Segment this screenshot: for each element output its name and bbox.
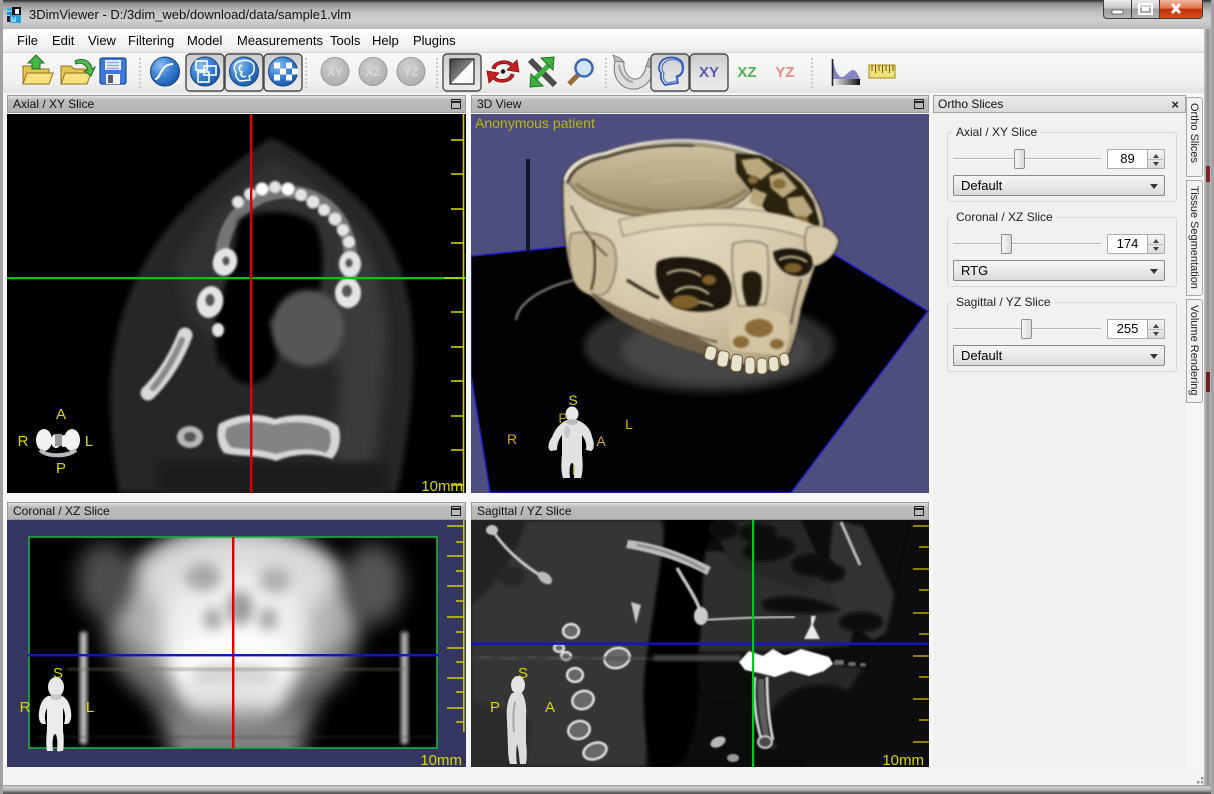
svg-text:L: L [625, 416, 633, 432]
svg-text:P: P [558, 410, 567, 426]
svg-text:10mm: 10mm [882, 752, 924, 767]
svg-text:YZ: YZ [403, 65, 418, 79]
svg-text:YZ: YZ [775, 64, 794, 81]
svg-text:R: R [18, 433, 29, 450]
svg-text:P: P [56, 460, 66, 477]
svg-text:L: L [86, 699, 94, 716]
svg-text:A: A [56, 406, 66, 423]
svg-text:A: A [545, 699, 555, 716]
svg-text:I: I [572, 462, 576, 478]
svg-text:XY: XY [327, 65, 343, 79]
svg-text:XZ: XZ [365, 65, 380, 79]
svg-text:A: A [596, 433, 606, 449]
svg-text:XY: XY [699, 64, 719, 81]
svg-text:Anonymous patient: Anonymous patient [475, 115, 595, 131]
svg-text:L: L [85, 433, 93, 450]
svg-text:10mm: 10mm [420, 752, 462, 767]
svg-text:10mm: 10mm [421, 478, 463, 493]
svg-text:P: P [490, 699, 500, 716]
svg-text:XZ: XZ [737, 64, 756, 81]
svg-text:R: R [507, 431, 517, 447]
svg-text:R: R [20, 699, 31, 716]
svg-text:S: S [568, 392, 577, 408]
